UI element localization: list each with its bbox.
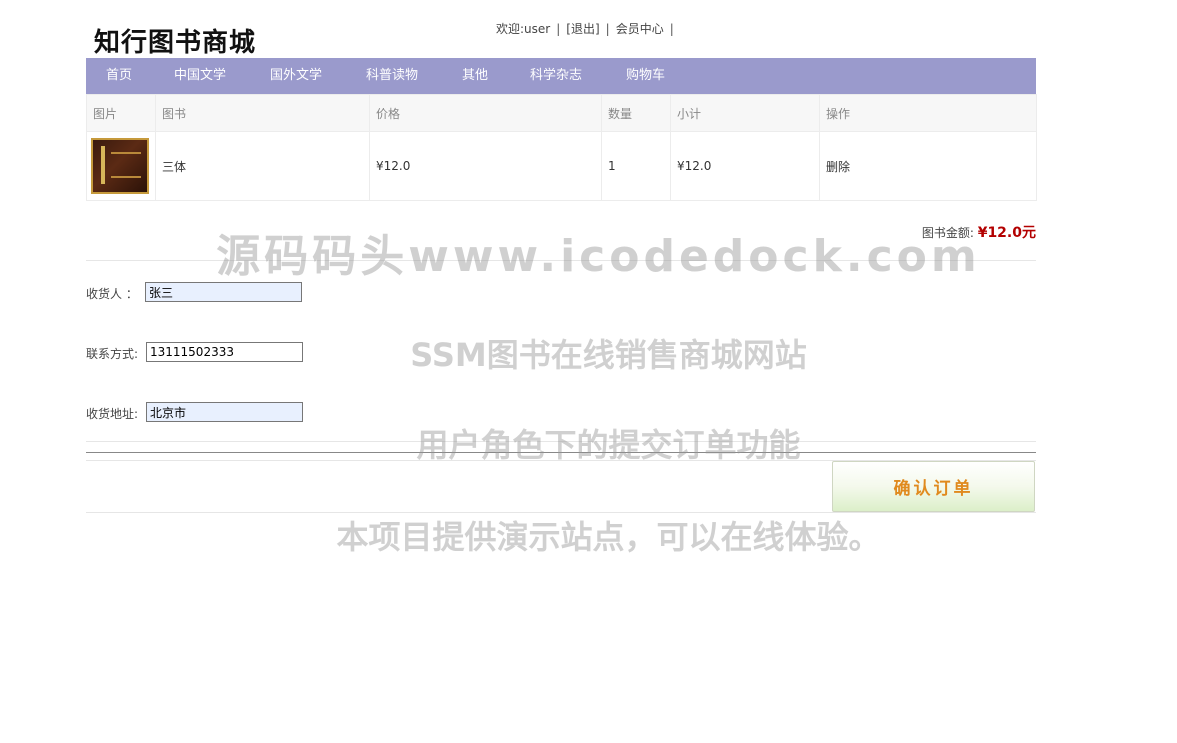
site-logo: 知行图书商城	[94, 28, 257, 58]
col-header-qty: 数量	[601, 94, 671, 132]
nav-cart[interactable]: 购物车	[626, 58, 665, 94]
phone-input[interactable]	[146, 342, 303, 362]
divider	[86, 452, 1036, 453]
receiver-input[interactable]	[145, 282, 302, 302]
divider	[86, 441, 1036, 442]
address-label: 收货地址:	[86, 407, 139, 421]
nav-foreign-literature[interactable]: 国外文学	[270, 58, 322, 94]
nav-chinese-literature[interactable]: 中国文学	[174, 58, 226, 94]
cart-table: 图片 图书 价格 数量 小计 操作 三体 ¥12.0 1 ¥12.0 删除	[86, 94, 1037, 201]
main-nav: 首页 中国文学 国外文学 科普读物 其他 科学杂志 购物车	[86, 58, 1036, 94]
col-header-image: 图片	[86, 94, 156, 132]
watermark-line-4: 本项目提供演示站点，可以在线体验。	[336, 518, 881, 556]
logout-link[interactable]: [退出]	[566, 22, 599, 36]
total-label: 图书金额:	[921, 226, 974, 240]
action-cell: 删除	[819, 131, 1037, 201]
confirm-order-button[interactable]: 确认订单	[832, 461, 1035, 512]
order-total: 图书金额: ¥12.0元	[922, 222, 1036, 242]
table-header-row: 图片 图书 价格 数量 小计 操作	[86, 94, 1037, 132]
nav-other[interactable]: 其他	[462, 58, 488, 94]
phone-label: 联系方式:	[86, 347, 139, 361]
nav-home[interactable]: 首页	[106, 58, 132, 94]
book-qty: 1	[601, 131, 671, 201]
separator: |	[556, 22, 561, 36]
book-image-cell	[86, 131, 156, 201]
book-title: 三体	[155, 131, 370, 201]
user-bar: 欢迎:user | [退出] | 会员中心 |	[496, 20, 680, 37]
book-cover-image	[91, 138, 149, 194]
book-subtotal: ¥12.0	[670, 131, 820, 201]
member-center-link[interactable]: 会员中心	[616, 22, 664, 36]
nav-popular-science[interactable]: 科普读物	[366, 58, 418, 94]
col-header-book: 图书	[155, 94, 370, 132]
divider	[86, 260, 1036, 261]
welcome-text: 欢迎:user	[496, 22, 551, 36]
separator: |	[669, 22, 674, 36]
receiver-label: 收货人 ：	[86, 287, 138, 301]
divider	[86, 512, 1036, 513]
col-header-subtotal: 小计	[670, 94, 820, 132]
table-row: 三体 ¥12.0 1 ¥12.0 删除	[86, 131, 1037, 201]
nav-science-magazine[interactable]: 科学杂志	[530, 58, 582, 94]
total-amount: ¥12.0元	[977, 225, 1036, 241]
col-header-action: 操作	[819, 94, 1037, 132]
separator: |	[605, 22, 610, 36]
book-price: ¥12.0	[369, 131, 602, 201]
col-header-price: 价格	[369, 94, 602, 132]
address-input[interactable]	[146, 402, 303, 422]
delete-link[interactable]: 删除	[826, 160, 850, 174]
